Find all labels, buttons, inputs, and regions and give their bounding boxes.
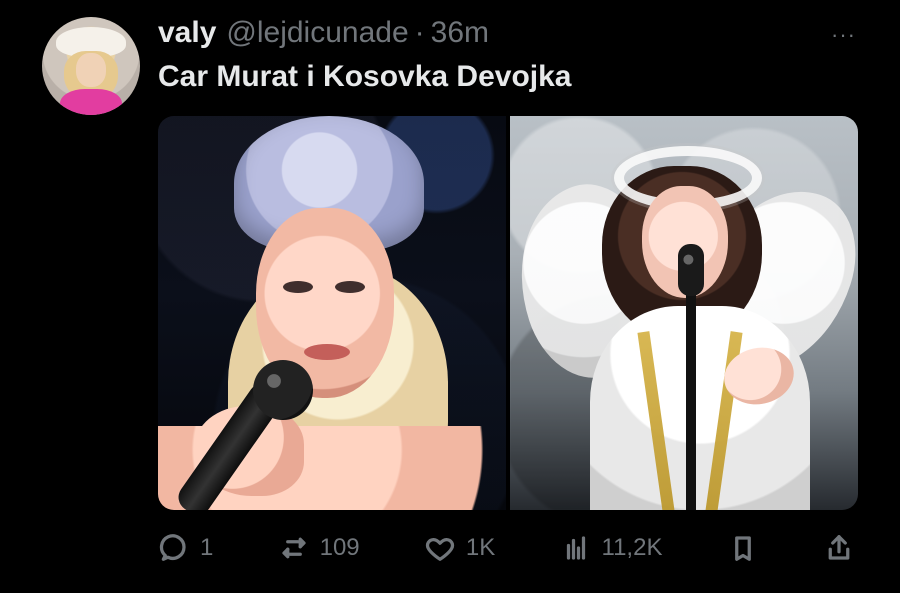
media-grid[interactable] <box>158 116 858 510</box>
left-image-eye-left <box>283 281 313 293</box>
avatar-clothing <box>60 89 122 115</box>
heart-icon[interactable] <box>424 532 456 564</box>
bookmark-icon[interactable] <box>727 532 759 564</box>
share-action[interactable] <box>823 532 855 564</box>
tweet-time[interactable]: 36m <box>431 16 489 50</box>
left-image-eye-right <box>335 281 365 293</box>
reply-icon[interactable] <box>158 532 190 564</box>
retweet-action[interactable]: 109 <box>278 532 360 564</box>
bookmark-action[interactable] <box>727 532 759 564</box>
media-image-left[interactable] <box>158 116 506 510</box>
reply-count: 1 <box>200 534 214 561</box>
media-image-right[interactable] <box>510 116 858 510</box>
more-options-icon: ··· <box>831 22 856 47</box>
retweet-count: 109 <box>319 534 360 561</box>
retweet-icon[interactable] <box>278 532 310 564</box>
tweet-text: Car Murat i Kosovka Devojka <box>158 60 572 93</box>
views-count: 11,2K <box>601 534 663 561</box>
like-action[interactable]: 1K <box>424 532 495 564</box>
right-image-microphone <box>678 244 704 296</box>
tweet: valy @lejdicunade · 36m ··· Car Murat i … <box>0 0 900 593</box>
tweet-header: valy @lejdicunade · 36m <box>158 16 860 52</box>
tweet-actions: 1 109 1K 11,2K <box>158 530 855 566</box>
share-icon[interactable] <box>823 532 855 564</box>
right-image-gown <box>590 306 810 510</box>
views-icon[interactable] <box>560 532 592 564</box>
avatar-face <box>76 53 106 87</box>
header-separator: · <box>414 16 425 49</box>
left-image-microphone-head <box>253 360 313 420</box>
left-image-lips <box>304 344 350 360</box>
display-name[interactable]: valy <box>158 16 216 50</box>
right-image-mic-stand <box>686 291 696 510</box>
avatar[interactable] <box>42 17 140 115</box>
reply-action[interactable]: 1 <box>158 532 213 564</box>
user-handle[interactable]: @lejdicunade <box>226 16 408 50</box>
views-action[interactable]: 11,2K <box>560 532 663 564</box>
like-count: 1K <box>465 534 496 561</box>
more-options-button[interactable]: ··· <box>831 22 856 48</box>
